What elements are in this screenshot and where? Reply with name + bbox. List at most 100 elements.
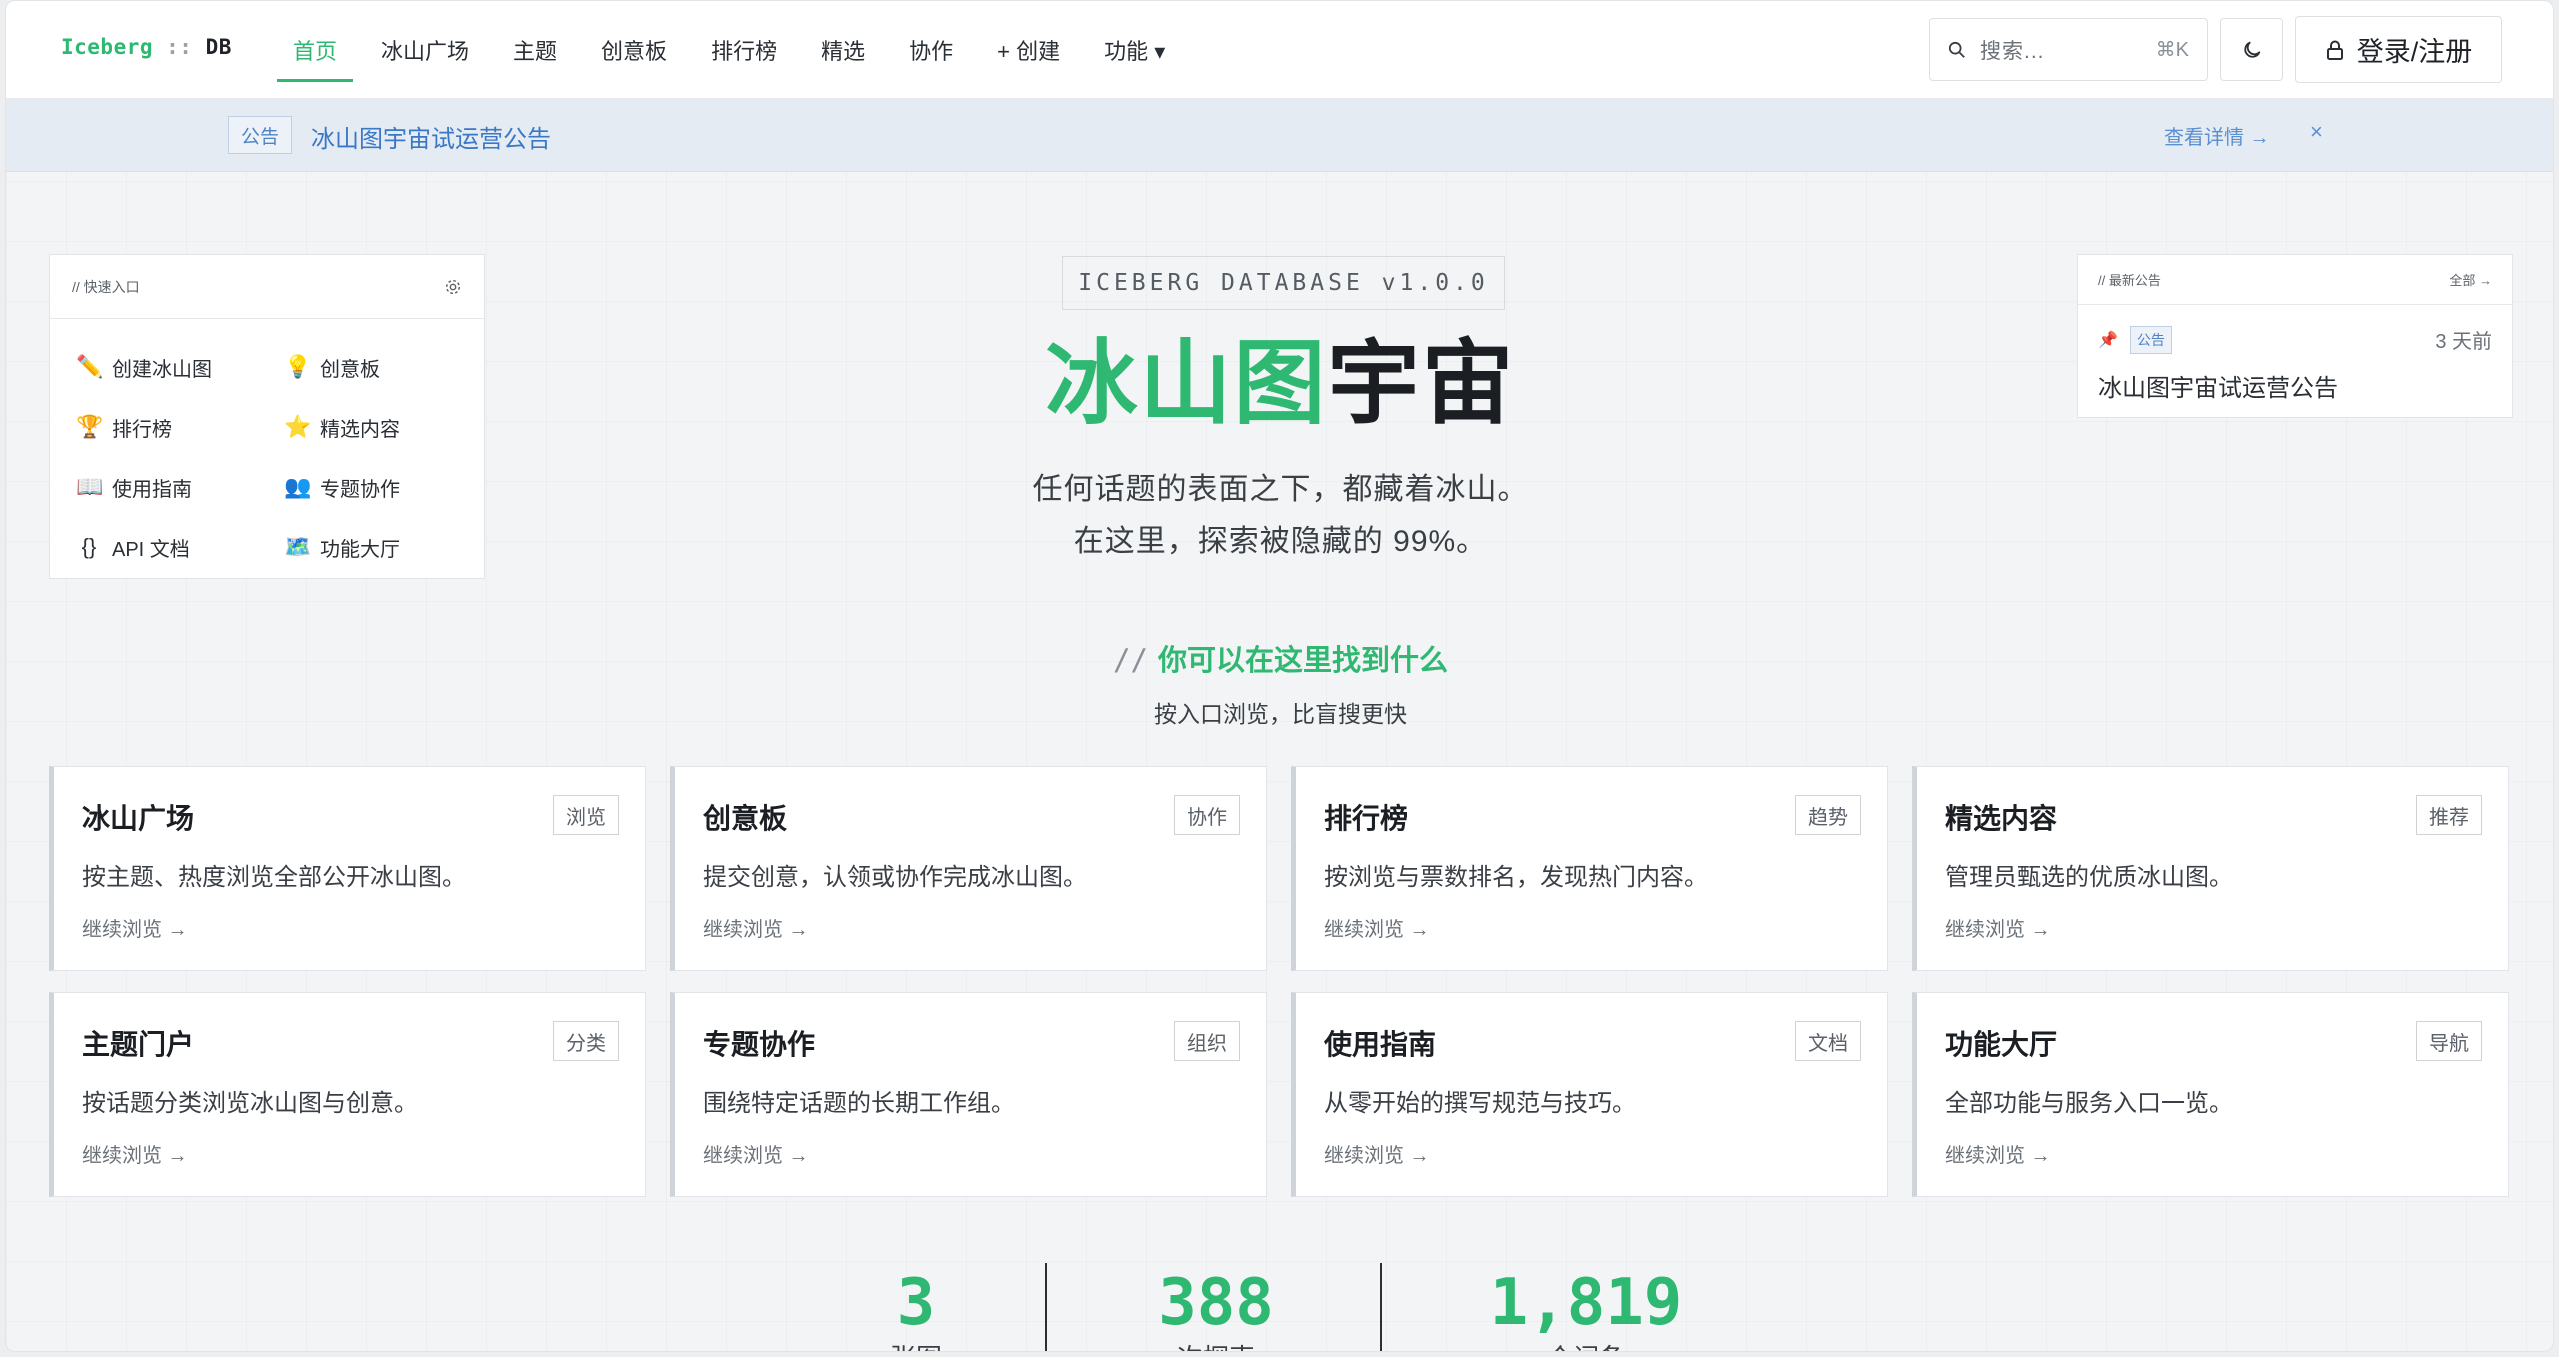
card-description: 全部功能与服务入口一览。 [1945,1090,2233,1117]
nav-idea-board[interactable]: 创意板 [579,1,689,99]
moon-icon [2243,41,2260,58]
theme-toggle-button[interactable] [2220,18,2283,81]
card-description: 按主题、热度浏览全部公开冰山图。 [82,864,466,891]
search-box[interactable]: 搜索... ⌘K [1929,18,2208,81]
hero-title-rest: 宇宙 [1327,333,1516,435]
stat-label: 张图 [836,1343,996,1351]
gear-icon[interactable] [444,278,462,296]
card-topic-portal[interactable]: 主题门户 分类 按话题分类浏览冰山图与创意。 继续浏览 → [49,992,646,1197]
card-badge: 组织 [1174,1021,1240,1061]
stat-value: 3 [896,1266,936,1340]
search-placeholder: 搜索... [1980,39,2045,63]
card-badge: 趋势 [1795,795,1861,835]
nav-iceberg-plaza[interactable]: 冰山广场 [359,1,491,99]
card-description: 管理员甄选的优质冰山图。 [1945,864,2233,891]
card-badge: 协作 [1174,795,1240,835]
announcement-text[interactable]: 冰山图宇宙试运营公告 [311,119,551,154]
latest-announcements-header: // 最新公告 全部 → [2078,255,2512,305]
card-user-guide[interactable]: 使用指南 文档 从零开始的撰写规范与技巧。 继续浏览 → [1291,992,1888,1197]
brand-logo[interactable]: Iceberg :: DB [61,35,232,59]
pin-icon: 📌 [2098,331,2118,349]
card-continue-link[interactable]: 继续浏览 → [82,913,188,942]
card-title: 创意板 [703,803,788,834]
card-continue-link[interactable]: 继续浏览 → [703,913,809,942]
nav-topics[interactable]: 主题 [491,1,579,99]
stat-value: 388 [1158,1266,1274,1340]
card-badge: 推荐 [2416,795,2482,835]
card-description: 提交创意，认领或协作完成冰山图。 [703,864,1087,891]
main-nav: 首页 冰山广场 主题 创意板 排行榜 精选 协作 + 创建 功能 ▾ [271,1,1187,99]
card-title: 专题协作 [703,1029,816,1060]
brand-part-1: Iceberg [61,35,154,59]
nav-leaderboard[interactable]: 排行榜 [689,1,799,99]
nav-create[interactable]: + 创建 [975,1,1082,99]
nav-collaborate[interactable]: 协作 [887,1,975,99]
latest-announcements-panel: // 最新公告 全部 → 📌 公告 3 天前 冰山图宇宙试运营公告 [2077,254,2513,418]
card-feature-hall[interactable]: 功能大厅 导航 全部功能与服务入口一览。 继续浏览 → [1912,992,2509,1197]
nav-features-dropdown[interactable]: 功能 ▾ [1082,1,1187,99]
section-title: 你可以在这里找到什么 [1157,645,1448,677]
hero-subtitle-1: 任何话题的表面之下，都藏着冰山。 [1032,473,1529,506]
card-continue-link[interactable]: 继续浏览 → [82,1139,188,1168]
announcement-item-meta: 📌 公告 3 天前 [2078,325,2512,354]
card-iceberg-plaza[interactable]: 冰山广场 浏览 按主题、热度浏览全部公开冰山图。 继续浏览 → [49,766,646,971]
card-title: 功能大厅 [1945,1029,2058,1060]
section-subtitle: 按入口浏览，比盲搜更快 [1154,701,1407,727]
section-heading: // 你可以在这里找到什么 [6,637,2553,679]
hero-subtitle-2: 在这里，探索被隐藏的 99%。 [1073,525,1488,558]
section-prefix: // [1113,643,1148,677]
version-badge: ICEBERG DATABASE v1.0.0 [1062,256,1505,310]
announcement-tag: 公告 [228,116,293,154]
hero-title-highlight: 冰山图 [1045,333,1328,435]
login-label: 登录/注册 [2356,37,2473,67]
announcement-close-button[interactable]: × [2310,119,2323,145]
latest-announcements-title: // 最新公告 [2098,273,2161,288]
app-window: Iceberg :: DB 首页 冰山广场 主题 创意板 排行榜 精选 协作 +… [5,0,2554,1352]
brand-part-2: DB [205,35,232,59]
card-title: 冰山广场 [82,803,195,834]
card-continue-link[interactable]: 继续浏览 → [1324,1139,1430,1168]
announcement-item-title[interactable]: 冰山图宇宙试运营公告 [2078,368,2512,403]
card-topic-collaboration[interactable]: 专题协作 组织 围绕特定话题的长期工作组。 继续浏览 → [670,992,1267,1197]
card-badge: 导航 [2416,1021,2482,1061]
brand-separator: :: [153,35,206,59]
stat-label: 次探索 [1116,1343,1316,1351]
top-navbar: Iceberg :: DB 首页 冰山广场 主题 创意板 排行榜 精选 协作 +… [6,1,2553,99]
card-title: 精选内容 [1945,803,2058,834]
card-badge: 文档 [1795,1021,1861,1061]
card-description: 按浏览与票数排名，发现热门内容。 [1324,864,1708,891]
announcement-bar: 公告 冰山图宇宙试运营公告 查看详情 → × [6,99,2553,172]
lock-icon [2326,40,2343,60]
card-badge: 分类 [553,1021,619,1061]
nav-featured[interactable]: 精选 [799,1,887,99]
stat-maps: 3 张图 [836,1263,996,1351]
nav-home[interactable]: 首页 [271,1,359,99]
card-continue-link[interactable]: 继续浏览 → [703,1139,809,1168]
card-title: 排行榜 [1324,803,1409,834]
login-register-button[interactable]: 登录/注册 [2295,16,2502,83]
stat-label: 个词条 [1456,1343,1716,1351]
search-icon [1948,41,1965,58]
card-leaderboard[interactable]: 排行榜 趋势 按浏览与票数排名，发现热门内容。 继续浏览 → [1291,766,1888,971]
card-continue-link[interactable]: 继续浏览 → [1945,913,2051,942]
quick-access-title: // 快速入口 [72,278,140,295]
announcement-item-tag: 公告 [2129,325,2172,354]
card-title: 主题门户 [82,1029,195,1060]
card-description: 按话题分类浏览冰山图与创意。 [82,1090,418,1117]
card-continue-link[interactable]: 继续浏览 → [1324,913,1430,942]
search-shortcut: ⌘K [2155,39,2189,61]
card-continue-link[interactable]: 继续浏览 → [1945,1139,2051,1168]
stat-divider [1045,1263,1047,1351]
card-badge: 浏览 [553,795,619,835]
card-idea-board[interactable]: 创意板 协作 提交创意，认领或协作完成冰山图。 继续浏览 → [670,766,1267,971]
card-description: 围绕特定话题的长期工作组。 [703,1090,1015,1117]
card-featured[interactable]: 精选内容 推荐 管理员甄选的优质冰山图。 继续浏览 → [1912,766,2509,971]
view-all-link[interactable]: 全部 → [2449,270,2492,289]
card-description: 从零开始的撰写规范与技巧。 [1324,1090,1636,1117]
card-title: 使用指南 [1324,1029,1437,1060]
stat-divider [1380,1263,1382,1351]
quick-access-header: // 快速入口 [50,255,484,319]
announcement-details-link[interactable]: 查看详情 → [2164,121,2270,150]
stat-entries: 1,819 个词条 [1456,1263,1716,1351]
stat-value: 1,819 [1489,1266,1683,1340]
